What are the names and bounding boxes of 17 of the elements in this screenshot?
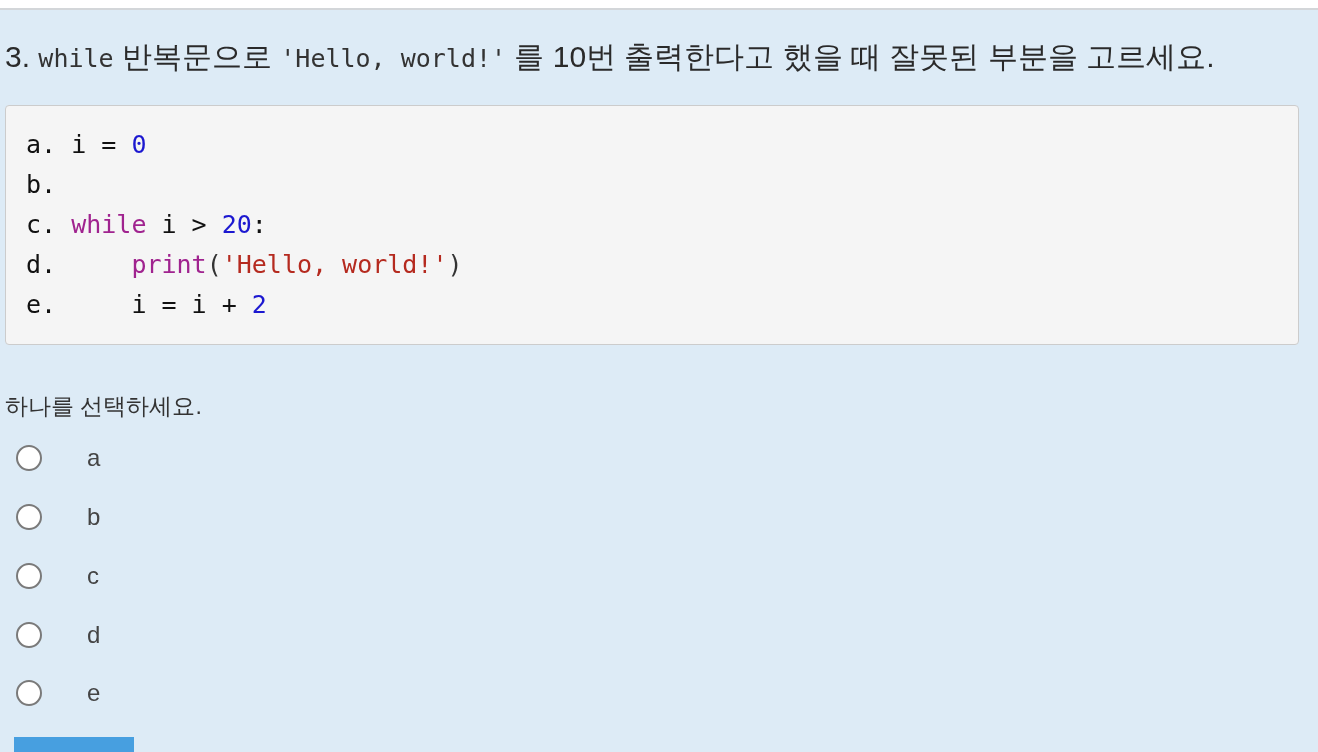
option-label[interactable]: d [87, 619, 101, 650]
radio-button[interactable] [16, 621, 42, 648]
code-line: d. print('Hello, world!') [26, 249, 463, 281]
option-label[interactable]: c [87, 560, 99, 591]
code-line: e. i = i + 2 [26, 289, 267, 321]
option-label[interactable]: e [87, 678, 101, 709]
radio-button[interactable] [16, 562, 42, 589]
code-line: a. i = 0 [26, 129, 147, 161]
option-label[interactable]: b [87, 502, 101, 533]
radio-button[interactable] [16, 680, 42, 707]
radio-button[interactable] [16, 504, 42, 531]
code-line: c. while i > 20: [26, 209, 267, 241]
radio-button[interactable] [16, 445, 42, 472]
instruction-text: 하나를 선택하세요. [5, 392, 202, 421]
question-title: 3. while 반복문으로 'Hello, world!' 를 10번 출력한다고 했을 때 잘못된 부분을 고르세요. [5, 39, 1216, 75]
option-label[interactable]: a [87, 443, 101, 474]
code-line: b. [26, 169, 57, 201]
